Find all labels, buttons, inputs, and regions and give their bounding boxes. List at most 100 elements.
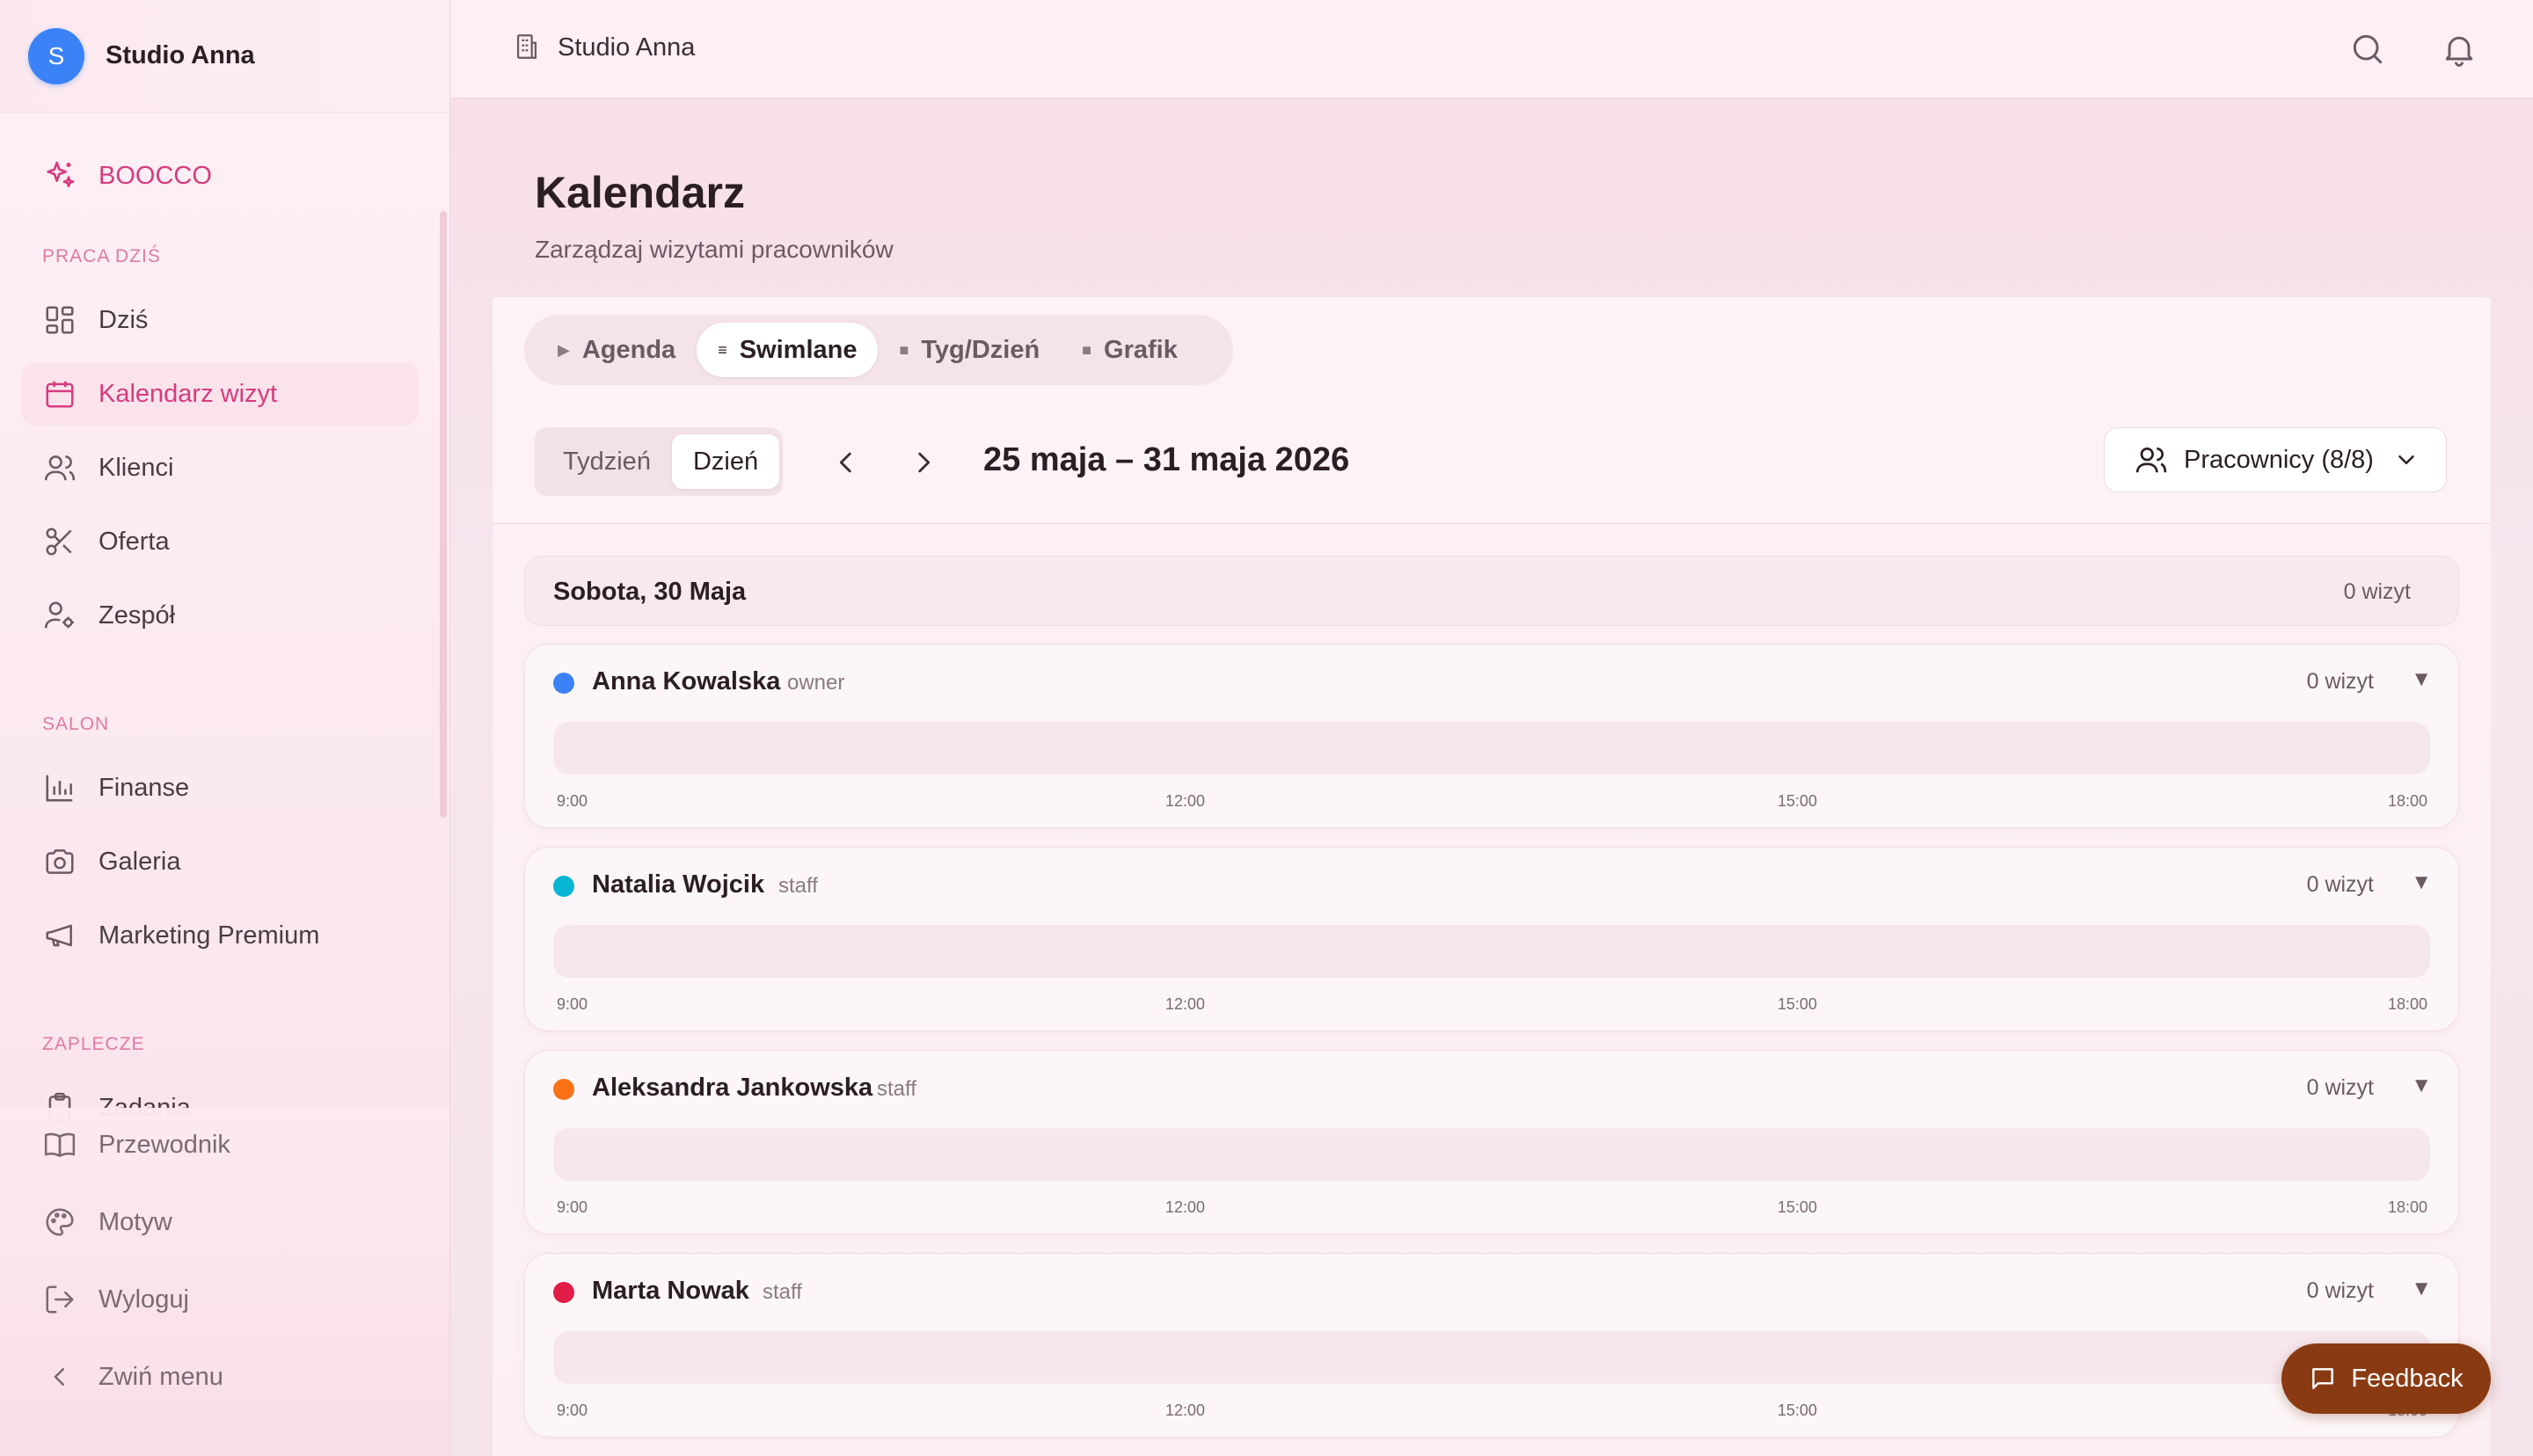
section-label-backroom: ZAPLECZE (42, 1034, 145, 1054)
time-tick: 18:00 (2388, 1198, 2428, 1216)
workspace-header[interactable]: S Studio Anna (0, 0, 449, 113)
staff-color-dot (553, 1079, 574, 1100)
tab-week-day[interactable]: ■ Tyg/Dzień (878, 323, 1061, 377)
staff-name: Natalia Wojcik (592, 870, 765, 899)
feedback-button[interactable]: Feedback (2281, 1343, 2491, 1414)
sidebar-item-label: Przewodnik (99, 1130, 230, 1159)
sidebar-item-team[interactable]: Zespół (21, 584, 419, 647)
tab-agenda[interactable]: ▶ Agenda (537, 323, 697, 377)
timeline-track[interactable] (553, 1331, 2430, 1384)
bell-icon[interactable] (2440, 30, 2478, 69)
workspace-avatar: S (28, 27, 84, 84)
time-tick: 12:00 (1165, 995, 1206, 1013)
time-tick: 15:00 (1777, 792, 1818, 810)
range-day-button[interactable]: Dzień (671, 434, 780, 489)
sidebar-scrollbar[interactable] (440, 211, 447, 818)
staff-role: staff (778, 874, 818, 898)
sidebar-item-label: Zespół (99, 601, 176, 630)
time-tick: 15:00 (1777, 995, 1818, 1013)
staff-lane: Anna Kowalska owner 0 wizyt ▼ 9:00 12:00 1… (524, 644, 2459, 828)
sidebar-item-boocco[interactable]: BOOCCO (21, 144, 419, 207)
message-square-icon (2309, 1365, 2337, 1393)
staff-visit-count: 0 wizyt (2306, 872, 2374, 897)
sidebar-item-label: Motyw (99, 1207, 172, 1236)
sidebar-item-logout[interactable]: Wyloguj (21, 1268, 419, 1331)
sidebar-item-clients[interactable]: Klienci (21, 436, 419, 499)
page-subtitle: Zarządzaj wizytami pracowników (535, 236, 894, 263)
staff-filter-label: Pracownicy (8/8) (2184, 445, 2374, 474)
staff-role: staff (763, 1280, 802, 1304)
sidebar-item-label: Wyloguj (99, 1285, 189, 1314)
user-cog-icon (42, 598, 77, 633)
time-tick: 9:00 (557, 1401, 588, 1419)
breadcrumb: Studio Anna (512, 32, 695, 63)
page-title: Kalendarz (535, 168, 745, 217)
tab-schedule[interactable]: ■ Grafik (1061, 323, 1199, 377)
time-tick: 18:00 (2388, 792, 2428, 810)
next-range-button[interactable] (904, 443, 943, 482)
building-icon (512, 32, 544, 63)
sidebar-item-today[interactable]: Dziś (21, 288, 419, 352)
logout-icon (42, 1282, 77, 1317)
section-label-work-today: PRACA DZIŚ (42, 246, 161, 266)
staff-color-dot (553, 876, 574, 897)
camera-icon (42, 844, 77, 879)
sidebar-item-theme[interactable]: Motyw (21, 1190, 419, 1254)
timeline-track[interactable] (553, 722, 2430, 775)
timeline-track[interactable] (553, 925, 2430, 978)
play-icon: ▶ (558, 340, 570, 359)
staff-visit-count: 0 wizyt (2306, 669, 2374, 694)
sparkle-icon (42, 158, 77, 193)
collapse-caret-icon[interactable]: ▼ (2411, 1277, 2432, 1301)
breadcrumb-studio: Studio Anna (558, 33, 696, 62)
time-tick: 9:00 (557, 792, 588, 810)
time-tick: 15:00 (1777, 1401, 1818, 1419)
time-tick: 9:00 (557, 1198, 588, 1216)
date-range-label: 25 maja – 31 maja 2026 (983, 441, 1350, 478)
day-visit-count: 0 wizyt (2343, 579, 2411, 604)
staff-visit-count: 0 wizyt (2306, 1075, 2374, 1100)
collapse-caret-icon[interactable]: ▼ (2411, 667, 2432, 692)
section-label-salon: SALON (42, 714, 110, 734)
staff-lane: Aleksandra Jankowska staff 0 wizyt ▼ 9:0… (524, 1050, 2459, 1234)
time-tick: 12:00 (1165, 792, 1206, 810)
range-toggle: Tydzień Dzień (535, 427, 783, 496)
calendar-icon (42, 376, 77, 411)
feedback-label: Feedback (2351, 1364, 2464, 1393)
prev-range-button[interactable] (827, 443, 865, 482)
sidebar-collapse-button[interactable]: Zwiń menu (21, 1345, 419, 1409)
time-tick: 12:00 (1165, 1198, 1206, 1216)
sidebar-item-label: Kalendarz wizyt (99, 379, 278, 408)
workspace-name: Studio Anna (106, 41, 255, 69)
staff-lane: Natalia Wojcik staff 0 wizyt ▼ 9:00 12:00… (524, 847, 2459, 1031)
sidebar-item-offer[interactable]: Oferta (21, 510, 419, 573)
time-tick: 15:00 (1777, 1198, 1818, 1216)
range-week-button[interactable]: Tydzień (542, 434, 672, 489)
staff-name: Aleksandra Jankowska (592, 1074, 873, 1102)
day-name: Sobota, 30 Maja (553, 578, 747, 606)
calendar-panel: ▶ Agenda ≡ Swimlane ■ Tyg/Dzień ■ Grafik… (493, 297, 2491, 1456)
sidebar-item-label: Galeria (99, 847, 181, 876)
book-open-icon (42, 1127, 77, 1162)
staff-color-dot (553, 1282, 574, 1303)
collapse-caret-icon[interactable]: ▼ (2411, 870, 2432, 895)
sidebar-item-marketing[interactable]: Marketing Premium (21, 904, 419, 967)
staff-role: owner (787, 671, 845, 695)
search-icon[interactable] (2348, 30, 2387, 69)
sidebar-item-guide[interactable]: Przewodnik (21, 1113, 419, 1176)
calendar-toolbar: ▶ Agenda ≡ Swimlane ■ Tyg/Dzień ■ Grafik… (493, 297, 2491, 524)
sidebar-item-finance[interactable]: Finanse (21, 756, 419, 819)
dashboard-grid-icon (42, 302, 77, 338)
sidebar-item-gallery[interactable]: Galeria (21, 830, 419, 893)
palette-icon (42, 1205, 77, 1240)
timeline-track[interactable] (553, 1128, 2430, 1181)
square-icon: ■ (899, 340, 909, 359)
collapse-caret-icon[interactable]: ▼ (2411, 1074, 2432, 1098)
staff-filter-dropdown[interactable]: Pracownicy (8/8) (2104, 427, 2447, 492)
tab-swimlane[interactable]: ≡ Swimlane (697, 323, 879, 377)
sidebar-item-calendar[interactable]: Kalendarz wizyt (21, 362, 419, 426)
chevron-left-icon (839, 452, 851, 473)
bar-chart-icon (42, 770, 77, 805)
chevron-right-icon (918, 452, 931, 473)
list-icon: ≡ (718, 340, 727, 359)
